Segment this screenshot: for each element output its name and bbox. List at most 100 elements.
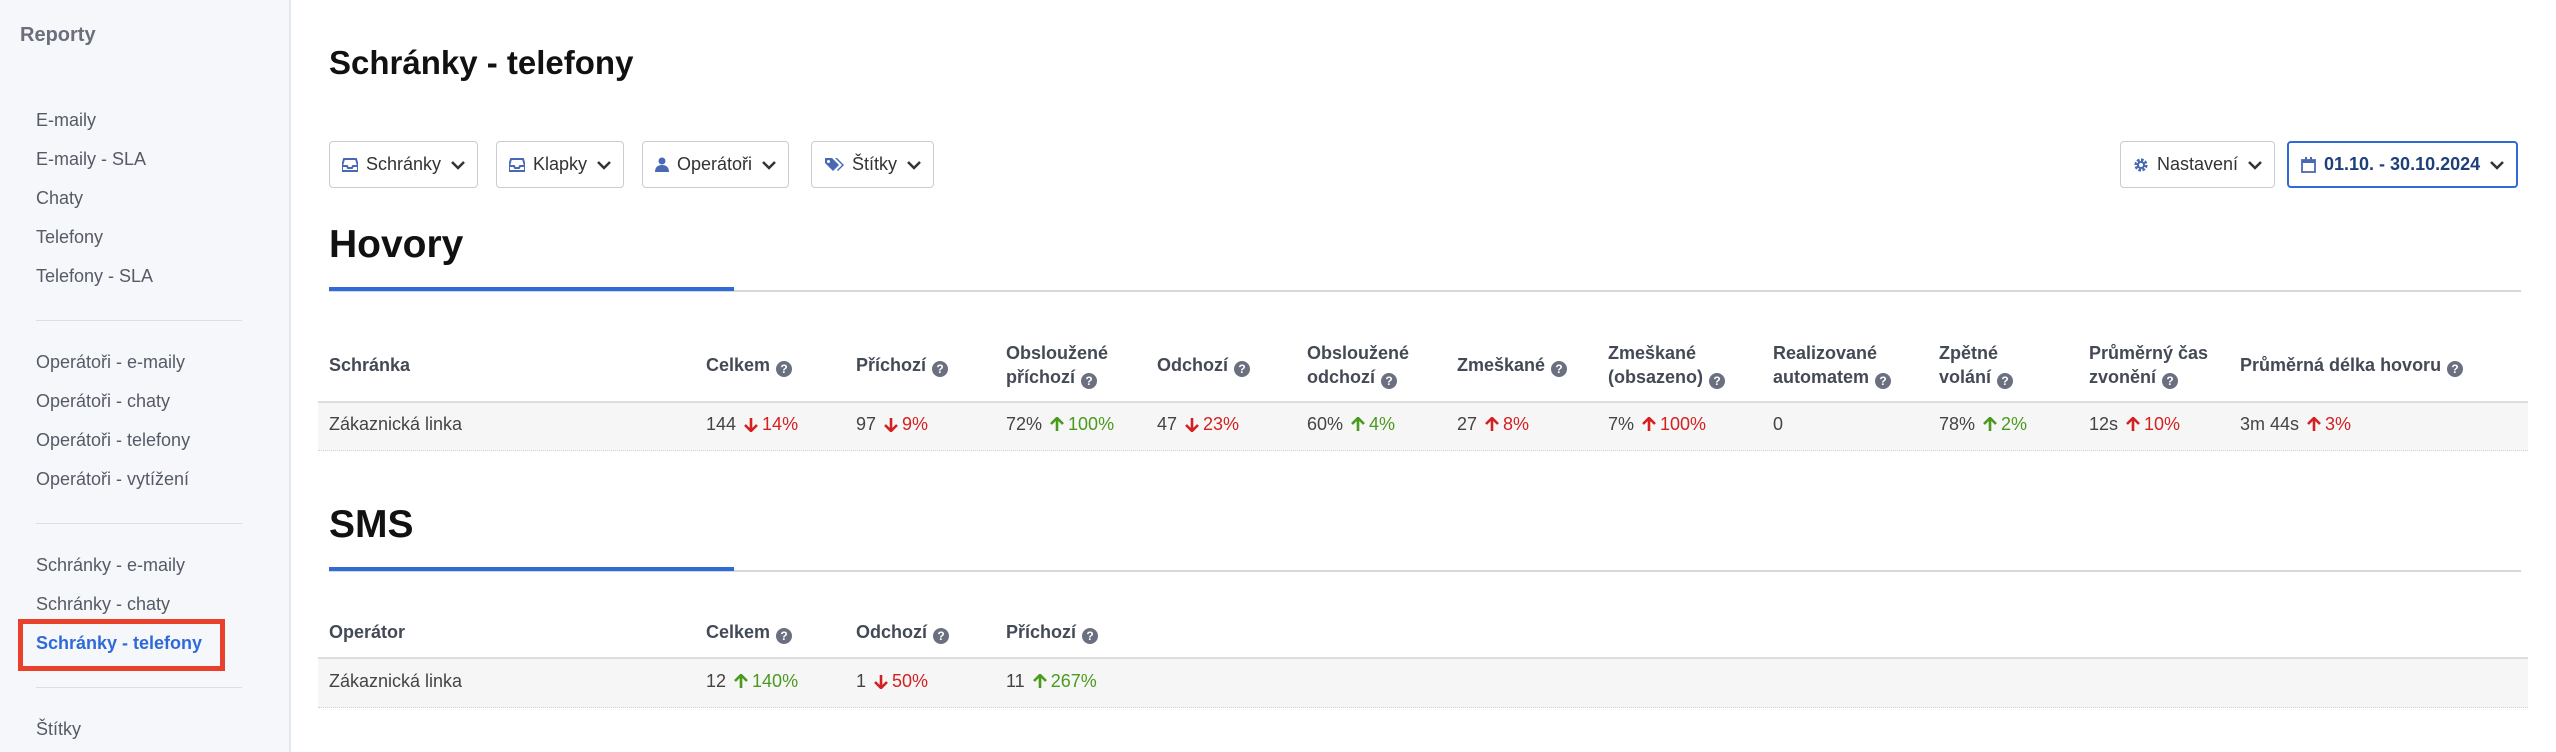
mailboxes-filter-label: Schránky — [366, 154, 442, 174]
metric-value: 1 — [856, 671, 867, 691]
chevron-down-icon — [451, 160, 465, 170]
sidebar-item-operators-phones[interactable]: Operátoři - telefony — [36, 430, 190, 451]
inbox-icon — [342, 157, 358, 172]
calls-col-incoming[interactable]: Příchozí? — [856, 353, 949, 377]
operators-filter-label: Operátoři — [677, 154, 753, 174]
calendar-icon — [2301, 156, 2316, 173]
help-icon[interactable]: ? — [1234, 361, 1250, 377]
extensions-filter-button[interactable]: Klapky — [496, 141, 625, 188]
metric-change: 8% — [1485, 414, 1529, 435]
sidebar-item-mailboxes-emails[interactable]: Schránky - e-maily — [36, 555, 185, 576]
help-icon[interactable]: ? — [1081, 373, 1098, 389]
metric-change: 2% — [1983, 414, 2027, 435]
help-icon[interactable]: ? — [2447, 361, 2464, 377]
calls-col-avg-call-length[interactable]: Průměrná délka hovoru? — [2240, 353, 2464, 377]
date-range-label: 01.10. - 30.10.2024 — [2324, 154, 2481, 174]
sms-row-name: Zákaznická linka — [329, 671, 463, 691]
calls-cell: 0 — [1773, 414, 1783, 435]
metric-change: 10% — [2126, 414, 2180, 435]
extensions-filter-label: Klapky — [533, 154, 588, 174]
calls-cell: 72% 100% — [1006, 414, 1114, 435]
help-icon[interactable]: ? — [1082, 628, 1099, 644]
metric-change: 14% — [744, 414, 798, 435]
calls-col-missed[interactable]: Zmeškané? — [1457, 353, 1568, 377]
arrow-up-icon — [1485, 417, 1503, 432]
sms-col-incoming[interactable]: Příchozí? — [1006, 620, 1099, 644]
inbox-icon — [509, 157, 525, 172]
sidebar-item-phones-sla[interactable]: Telefony - SLA — [36, 266, 153, 287]
calls-col-total[interactable]: Celkem? — [706, 353, 793, 377]
sidebar-item-operators-chats[interactable]: Operátoři - chaty — [36, 391, 170, 412]
help-icon[interactable]: ? — [776, 361, 793, 377]
metric-change: 23% — [1185, 414, 1239, 435]
metric-change: 3% — [2307, 414, 2351, 435]
calls-col-callback[interactable]: Zpětné volání? — [1939, 341, 2049, 389]
sms-col-total[interactable]: Celkem? — [706, 620, 793, 644]
metric-change: 4% — [1351, 414, 1395, 435]
calls-col-mailbox[interactable]: Schránka — [329, 353, 410, 377]
calls-cell: 60% 4% — [1307, 414, 1395, 435]
help-icon[interactable]: ? — [1709, 373, 1726, 389]
sms-col-operator[interactable]: Operátor — [329, 620, 405, 644]
arrow-up-icon — [1351, 417, 1369, 432]
sidebar-divider — [36, 523, 242, 524]
sms-col-outgoing[interactable]: Odchozí? — [856, 620, 949, 644]
sidebar-item-phones[interactable]: Telefony — [36, 227, 103, 248]
arrow-up-icon — [1642, 417, 1660, 432]
date-range-button[interactable]: 01.10. - 30.10.2024 — [2287, 141, 2519, 188]
sidebar-item-emails-sla[interactable]: E-maily - SLA — [36, 149, 146, 170]
chevron-down-icon — [907, 160, 921, 170]
help-icon[interactable]: ? — [776, 628, 793, 644]
arrow-up-icon — [734, 674, 752, 689]
arrow-up-icon — [2126, 417, 2144, 432]
calls-col-handled-incoming[interactable]: Obsloužené příchozí? — [1006, 341, 1136, 389]
sms-cell: 1 50% — [856, 671, 928, 692]
tags-filter-label: Štítky — [852, 154, 898, 174]
help-icon[interactable]: ? — [2162, 373, 2179, 389]
chevron-down-icon — [762, 160, 776, 170]
calls-col-outgoing[interactable]: Odchozí? — [1157, 353, 1250, 377]
sidebar-item-mailboxes-chats[interactable]: Schránky - chaty — [36, 594, 170, 615]
metric-change: 140% — [734, 671, 798, 692]
sidebar-item-emails[interactable]: E-maily — [36, 110, 96, 131]
help-icon[interactable]: ? — [1875, 373, 1892, 389]
chevron-down-icon — [2490, 160, 2505, 170]
help-icon[interactable]: ? — [1381, 373, 1397, 389]
sidebar-item-chats[interactable]: Chaty — [36, 188, 83, 209]
metric-value: 12s — [2089, 414, 2119, 434]
metric-value: 47 — [1157, 414, 1178, 434]
calls-col-missed-busy[interactable]: Zmeškané (obsazeno)? — [1608, 341, 1743, 389]
calls-cell: 47 23% — [1157, 414, 1239, 435]
sidebar-divider — [36, 687, 242, 688]
sms-cell: 12 140% — [706, 671, 798, 692]
table-row — [318, 657, 2528, 708]
sidebar-item-operators-load[interactable]: Operátoři - vytížení — [36, 469, 189, 490]
calls-col-avg-ring-time[interactable]: Průměrný čas zvonění? — [2089, 341, 2224, 389]
calls-col-handled-outgoing[interactable]: Obsloužené odchozí? — [1307, 341, 1432, 389]
metric-value: 72% — [1006, 414, 1043, 434]
help-icon[interactable]: ? — [1997, 373, 2014, 389]
sidebar-item-tags[interactable]: Štítky — [36, 719, 81, 740]
section-accent-bar — [329, 567, 734, 571]
settings-button[interactable]: Nastavení — [2120, 141, 2276, 188]
calls-col-automated[interactable]: Realizované automatem? — [1773, 341, 1903, 389]
arrow-up-icon — [2307, 417, 2325, 432]
tags-filter-button[interactable]: Štítky — [811, 141, 935, 188]
page-title: Schránky - telefony — [329, 44, 634, 81]
help-icon[interactable]: ? — [933, 628, 949, 644]
help-icon[interactable]: ? — [932, 361, 949, 377]
metric-change: 100% — [1050, 414, 1114, 435]
calls-row-name: Zákaznická linka — [329, 414, 463, 434]
chevron-down-icon — [2248, 160, 2262, 170]
mailboxes-filter-button[interactable]: Schránky — [329, 141, 479, 188]
sidebar-item-operators-emails[interactable]: Operátoři - e-maily — [36, 352, 185, 373]
metric-change: 100% — [1642, 414, 1706, 435]
calls-cell: 27 8% — [1457, 414, 1529, 435]
metric-value: 12 — [706, 671, 727, 691]
arrow-up-icon — [1050, 417, 1068, 432]
calls-cell: 3m 44s 3% — [2240, 414, 2351, 435]
metric-value: 78% — [1939, 414, 1976, 434]
calls-cell: 78% 2% — [1939, 414, 2027, 435]
help-icon[interactable]: ? — [1551, 361, 1568, 377]
operators-filter-button[interactable]: Operátoři — [642, 141, 790, 188]
